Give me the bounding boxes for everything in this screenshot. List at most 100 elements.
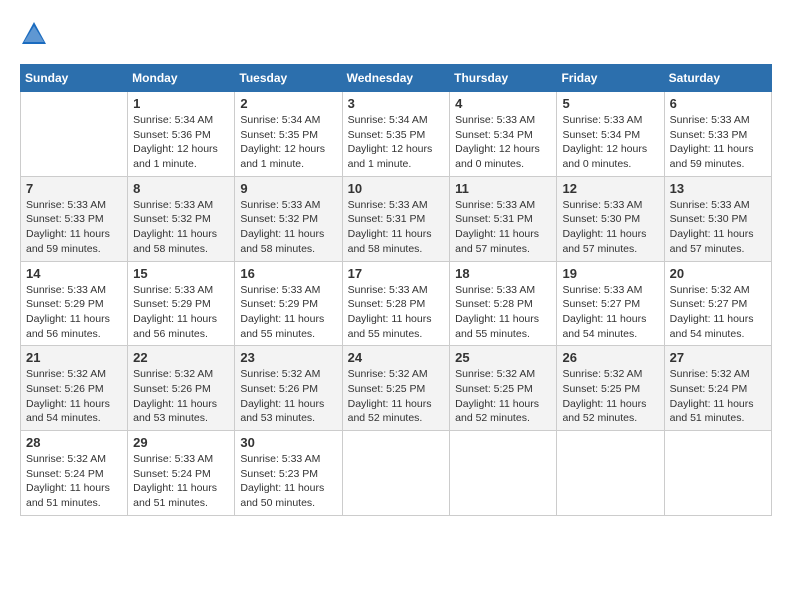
day-number: 29 [133,435,229,450]
calendar-cell: 28 Sunrise: 5:32 AMSunset: 5:24 PMDayligh… [21,431,128,516]
day-number: 14 [26,266,122,281]
day-number: 5 [562,96,658,111]
day-info: Sunrise: 5:33 AMSunset: 5:30 PMDaylight:… [562,198,658,257]
day-info: Sunrise: 5:32 AMSunset: 5:26 PMDaylight:… [133,367,229,426]
day-number: 17 [348,266,445,281]
calendar-cell: 3 Sunrise: 5:34 AMSunset: 5:35 PMDaylight… [342,92,450,177]
calendar-cell: 10Sunrise: 5:33 AMSunset: 5:31 PMDayligh… [342,176,450,261]
calendar-cell: 17 Sunrise: 5:33 AMSunset: 5:28 PMDayligh… [342,261,450,346]
calendar-cell: 5 Sunrise: 5:33 AMSunset: 5:34 PMDaylight… [557,92,664,177]
calendar-cell: 14 Sunrise: 5:33 AMSunset: 5:29 PMDayligh… [21,261,128,346]
day-info: Sunrise: 5:32 AMSunset: 5:26 PMDaylight:… [240,367,336,426]
calendar-week-1: 1 Sunrise: 5:34 AMSunset: 5:36 PMDaylight… [21,92,772,177]
calendar-cell: 4 Sunrise: 5:33 AMSunset: 5:34 PMDaylight… [450,92,557,177]
day-number: 4 [455,96,551,111]
day-number: 20 [670,266,766,281]
calendar-cell: 13Sunrise: 5:33 AMSunset: 5:30 PMDayligh… [664,176,771,261]
calendar-cell: 1 Sunrise: 5:34 AMSunset: 5:36 PMDaylight… [128,92,235,177]
day-info: Sunrise: 5:33 AMSunset: 5:34 PMDaylight:… [562,113,658,172]
day-number: 2 [240,96,336,111]
logo [20,20,52,48]
calendar-week-2: 7 Sunrise: 5:33 AMSunset: 5:33 PMDaylight… [21,176,772,261]
calendar-cell: 23Sunrise: 5:32 AMSunset: 5:26 PMDayligh… [235,346,342,431]
day-number: 8 [133,181,229,196]
day-number: 15 [133,266,229,281]
day-number: 26 [562,350,658,365]
day-number: 1 [133,96,229,111]
calendar-cell [450,431,557,516]
day-number: 24 [348,350,445,365]
calendar-week-5: 28 Sunrise: 5:32 AMSunset: 5:24 PMDayligh… [21,431,772,516]
calendar-cell: 24 Sunrise: 5:32 AMSunset: 5:25 PMDayligh… [342,346,450,431]
day-info: Sunrise: 5:33 AMSunset: 5:32 PMDaylight:… [133,198,229,257]
day-number: 9 [240,181,336,196]
calendar-table: SundayMondayTuesdayWednesdayThursdayFrid… [20,64,772,516]
calendar-cell: 15 Sunrise: 5:33 AMSunset: 5:29 PMDayligh… [128,261,235,346]
day-number: 16 [240,266,336,281]
column-header-friday: Friday [557,65,664,92]
calendar-cell: 21 Sunrise: 5:32 AMSunset: 5:26 PMDayligh… [21,346,128,431]
calendar-cell: 8 Sunrise: 5:33 AMSunset: 5:32 PMDaylight… [128,176,235,261]
calendar-cell: 11Sunrise: 5:33 AMSunset: 5:31 PMDayligh… [450,176,557,261]
column-header-monday: Monday [128,65,235,92]
calendar-cell: 9 Sunrise: 5:33 AMSunset: 5:32 PMDaylight… [235,176,342,261]
day-info: Sunrise: 5:33 AMSunset: 5:28 PMDaylight:… [348,283,445,342]
day-number: 7 [26,181,122,196]
column-header-tuesday: Tuesday [235,65,342,92]
day-number: 28 [26,435,122,450]
day-info: Sunrise: 5:33 AMSunset: 5:27 PMDaylight:… [562,283,658,342]
day-info: Sunrise: 5:33 AMSunset: 5:34 PMDaylight:… [455,113,551,172]
logo-icon [20,20,48,48]
day-info: Sunrise: 5:33 AMSunset: 5:29 PMDaylight:… [133,283,229,342]
day-info: Sunrise: 5:33 AMSunset: 5:23 PMDaylight:… [240,452,336,511]
day-number: 27 [670,350,766,365]
calendar-cell [21,92,128,177]
column-header-sunday: Sunday [21,65,128,92]
day-number: 19 [562,266,658,281]
day-number: 22 [133,350,229,365]
day-number: 10 [348,181,445,196]
day-info: Sunrise: 5:33 AMSunset: 5:29 PMDaylight:… [26,283,122,342]
day-info: Sunrise: 5:32 AMSunset: 5:25 PMDaylight:… [348,367,445,426]
day-info: Sunrise: 5:32 AMSunset: 5:27 PMDaylight:… [670,283,766,342]
day-info: Sunrise: 5:33 AMSunset: 5:33 PMDaylight:… [26,198,122,257]
calendar-week-3: 14 Sunrise: 5:33 AMSunset: 5:29 PMDayligh… [21,261,772,346]
day-info: Sunrise: 5:34 AMSunset: 5:36 PMDaylight:… [133,113,229,172]
day-info: Sunrise: 5:32 AMSunset: 5:25 PMDaylight:… [562,367,658,426]
day-info: Sunrise: 5:32 AMSunset: 5:24 PMDaylight:… [670,367,766,426]
day-info: Sunrise: 5:33 AMSunset: 5:29 PMDaylight:… [240,283,336,342]
calendar-cell: 30 Sunrise: 5:33 AMSunset: 5:23 PMDayligh… [235,431,342,516]
calendar-cell: 12 Sunrise: 5:33 AMSunset: 5:30 PMDayligh… [557,176,664,261]
calendar-cell: 27 Sunrise: 5:32 AMSunset: 5:24 PMDayligh… [664,346,771,431]
calendar-cell: 19 Sunrise: 5:33 AMSunset: 5:27 PMDayligh… [557,261,664,346]
day-number: 13 [670,181,766,196]
day-info: Sunrise: 5:34 AMSunset: 5:35 PMDaylight:… [240,113,336,172]
day-info: Sunrise: 5:33 AMSunset: 5:33 PMDaylight:… [670,113,766,172]
calendar-cell [664,431,771,516]
column-header-thursday: Thursday [450,65,557,92]
calendar-cell: 26 Sunrise: 5:32 AMSunset: 5:25 PMDayligh… [557,346,664,431]
day-number: 6 [670,96,766,111]
calendar-cell: 16 Sunrise: 5:33 AMSunset: 5:29 PMDayligh… [235,261,342,346]
day-info: Sunrise: 5:32 AMSunset: 5:26 PMDaylight:… [26,367,122,426]
day-info: Sunrise: 5:33 AMSunset: 5:28 PMDaylight:… [455,283,551,342]
calendar-cell: 7 Sunrise: 5:33 AMSunset: 5:33 PMDaylight… [21,176,128,261]
day-number: 12 [562,181,658,196]
calendar-cell: 22 Sunrise: 5:32 AMSunset: 5:26 PMDayligh… [128,346,235,431]
calendar-cell: 20 Sunrise: 5:32 AMSunset: 5:27 PMDayligh… [664,261,771,346]
day-info: Sunrise: 5:33 AMSunset: 5:32 PMDaylight:… [240,198,336,257]
day-info: Sunrise: 5:32 AMSunset: 5:24 PMDaylight:… [26,452,122,511]
day-number: 3 [348,96,445,111]
day-info: Sunrise: 5:33 AMSunset: 5:24 PMDaylight:… [133,452,229,511]
calendar-cell [557,431,664,516]
calendar-week-4: 21 Sunrise: 5:32 AMSunset: 5:26 PMDayligh… [21,346,772,431]
day-info: Sunrise: 5:34 AMSunset: 5:35 PMDaylight:… [348,113,445,172]
calendar-cell: 18Sunrise: 5:33 AMSunset: 5:28 PMDayligh… [450,261,557,346]
day-number: 25 [455,350,551,365]
day-number: 21 [26,350,122,365]
column-header-wednesday: Wednesday [342,65,450,92]
calendar-header-row: SundayMondayTuesdayWednesdayThursdayFrid… [21,65,772,92]
page-header [20,20,772,48]
calendar-cell: 2 Sunrise: 5:34 AMSunset: 5:35 PMDaylight… [235,92,342,177]
day-number: 30 [240,435,336,450]
